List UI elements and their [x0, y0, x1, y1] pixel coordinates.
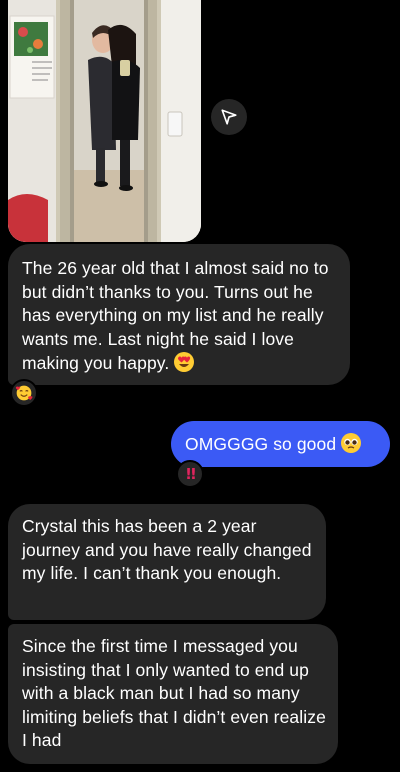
- double-exclamation-reaction: !!: [185, 465, 197, 483]
- smiling-face-with-hearts-icon: [15, 385, 33, 401]
- incoming-message-bubble[interactable]: Crystal this has been a 2 year journey a…: [8, 504, 326, 620]
- heart-eyes-emoji-icon: [173, 351, 195, 380]
- message-reaction[interactable]: [10, 379, 38, 407]
- incoming-message-bubble[interactable]: Since the first time I messaged you insi…: [8, 624, 338, 764]
- mirror-selfie-photo: [8, 0, 201, 242]
- message-text: Crystal this has been a 2 year journey a…: [22, 516, 312, 583]
- message-text: Since the first time I messaged you insi…: [22, 636, 326, 750]
- incoming-message-bubble[interactable]: The 26 year old that I almost said no to…: [8, 244, 350, 385]
- outgoing-message-bubble[interactable]: OMGGGG so good: [171, 421, 390, 467]
- share-button[interactable]: [211, 99, 247, 135]
- message-reaction[interactable]: !!: [176, 460, 204, 488]
- paper-plane-icon: [221, 109, 237, 125]
- pleading-face-emoji-icon: [340, 432, 362, 461]
- photo-message[interactable]: [8, 0, 201, 242]
- message-text: OMGGGG so good: [185, 434, 337, 454]
